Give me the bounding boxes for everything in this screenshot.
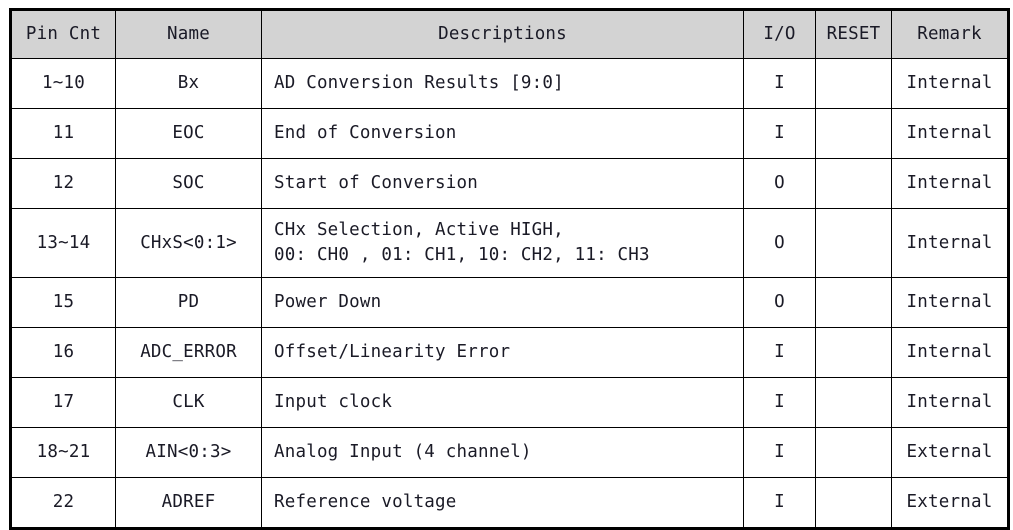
table-header: Pin Cnt Name Descriptions I/O RESET Rema… (10, 9, 1009, 59)
description-line: Reference voltage (274, 492, 457, 513)
cell-remark: External (891, 427, 1009, 478)
cell-io-direction: I (743, 377, 816, 428)
cell-io-direction: I (743, 477, 816, 529)
cell-signal-name: ADREF (115, 477, 262, 529)
cell-description: Input clock (261, 377, 744, 428)
cell-io-direction: I (743, 58, 816, 109)
cell-remark: Internal (891, 208, 1009, 278)
cell-reset-value (815, 427, 892, 478)
cell-pin-count: 16 (10, 327, 116, 378)
description-line: Power Down (274, 292, 382, 313)
cell-description: Analog Input (4 channel) (261, 427, 744, 478)
cell-io-direction: O (743, 158, 816, 209)
cell-description: Start of Conversion (261, 158, 744, 209)
table-row: 16 ADC_ERROR Offset/Linearity Error I Intern… (10, 327, 1009, 378)
cell-signal-name: AIN<0:3> (115, 427, 262, 478)
cell-remark: Internal (891, 108, 1009, 159)
description-line: Analog Input (4 channel) (274, 442, 532, 463)
table-row: 15 PD Power Down O Internal (10, 277, 1009, 328)
table-row: 17 CLK Input clock I Internal (10, 377, 1009, 428)
column-header-remark: Remark (891, 9, 1009, 59)
cell-remark: Internal (891, 58, 1009, 109)
cell-io-direction: I (743, 327, 816, 378)
cell-remark: Internal (891, 158, 1009, 209)
description-line: End of Conversion (274, 123, 457, 144)
description-line: Start of Conversion (274, 173, 478, 194)
cell-signal-name: CLK (115, 377, 262, 428)
cell-io-direction: O (743, 277, 816, 328)
pin-description-table: Pin Cnt Name Descriptions I/O RESET Rema… (9, 8, 1010, 530)
column-header-name: Name (115, 9, 262, 59)
description-line: CHx Selection, Active HIGH, (274, 220, 564, 241)
cell-description: AD Conversion Results [9:0] (261, 58, 744, 109)
description-line: Offset/Linearity Error (274, 342, 511, 363)
column-header-reset: RESET (815, 9, 892, 59)
cell-remark: Internal (891, 327, 1009, 378)
cell-io-direction: I (743, 108, 816, 159)
cell-signal-name: PD (115, 277, 262, 328)
cell-pin-count: 13~14 (10, 208, 116, 278)
cell-io-direction: O (743, 208, 816, 278)
cell-description: Power Down (261, 277, 744, 328)
cell-remark: Internal (891, 377, 1009, 428)
table-row: 11 EOC End of Conversion I Internal (10, 108, 1009, 159)
cell-pin-count: 12 (10, 158, 116, 209)
table-row: 18~21 AIN<0:3> Analog Input (4 channel) I Ex… (10, 427, 1009, 478)
column-header-pin-cnt: Pin Cnt (10, 9, 116, 59)
cell-remark: Internal (891, 277, 1009, 328)
cell-reset-value (815, 377, 892, 428)
description-line: 00: CH0 , 01: CH1, 10: CH2, 11: CH3 (274, 245, 650, 265)
description-line: AD Conversion Results [9:0] (274, 73, 564, 94)
cell-signal-name: SOC (115, 158, 262, 209)
cell-pin-count: 18~21 (10, 427, 116, 478)
table-row: 22 ADREF Reference voltage I External (10, 477, 1009, 529)
cell-reset-value (815, 158, 892, 209)
cell-description: End of Conversion (261, 108, 744, 159)
column-header-io: I/O (743, 9, 816, 59)
cell-pin-count: 15 (10, 277, 116, 328)
cell-signal-name: CHxS<0:1> (115, 208, 262, 278)
cell-pin-count: 22 (10, 477, 116, 529)
cell-description: Reference voltage (261, 477, 744, 529)
cell-signal-name: Bx (115, 58, 262, 109)
table-row: 12 SOC Start of Conversion O Internal (10, 158, 1009, 209)
cell-pin-count: 1~10 (10, 58, 116, 109)
table-row: 1~10 Bx AD Conversion Results [9:0] I Intern… (10, 58, 1009, 109)
description-line: Input clock (274, 392, 393, 413)
cell-signal-name: EOC (115, 108, 262, 159)
column-header-descriptions: Descriptions (261, 9, 744, 59)
cell-io-direction: I (743, 427, 816, 478)
cell-reset-value (815, 208, 892, 278)
table-row: 13~14 CHxS<0:1> CHx Selection, Active HIGH… (10, 208, 1009, 278)
cell-reset-value (815, 477, 892, 529)
cell-reset-value (815, 108, 892, 159)
cell-description: Offset/Linearity Error (261, 327, 744, 378)
table-body: 1~10 Bx AD Conversion Results [9:0] I Intern… (10, 58, 1009, 529)
cell-reset-value (815, 327, 892, 378)
table-header-row: Pin Cnt Name Descriptions I/O RESET Rema… (10, 9, 1009, 59)
cell-pin-count: 11 (10, 108, 116, 159)
cell-reset-value (815, 277, 892, 328)
cell-signal-name: ADC_ERROR (115, 327, 262, 378)
cell-description: CHx Selection, Active HIGH, 00: CH0 , 01:… (261, 208, 744, 278)
cell-remark: External (891, 477, 1009, 529)
cell-pin-count: 17 (10, 377, 116, 428)
cell-reset-value (815, 58, 892, 109)
page-container: Pin Cnt Name Descriptions I/O RESET Rema… (0, 0, 1013, 530)
